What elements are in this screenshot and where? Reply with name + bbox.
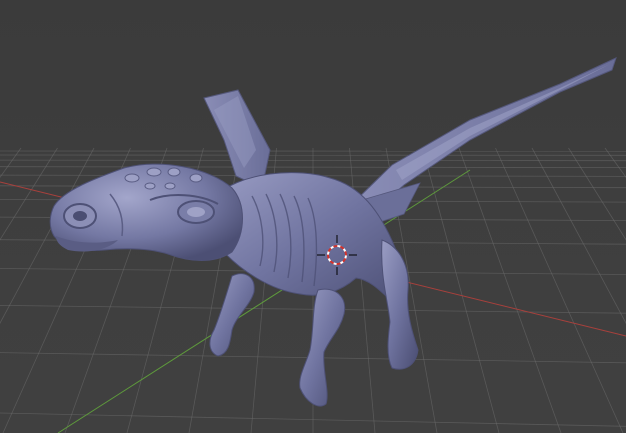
front-left-leg — [209, 273, 255, 357]
grid-line — [495, 147, 624, 433]
grid-line — [568, 147, 626, 241]
grid-line — [422, 147, 500, 433]
dragon-mesh-icon[interactable] — [49, 57, 617, 407]
grid-line — [0, 166, 626, 169]
grid-line — [458, 147, 562, 433]
grid-line — [0, 159, 626, 162]
front-right-leg — [299, 288, 346, 407]
hind-leg — [381, 239, 419, 370]
viewport-scene — [0, 57, 626, 433]
grid-line — [0, 147, 58, 241]
3d-viewport[interactable] — [0, 0, 626, 433]
